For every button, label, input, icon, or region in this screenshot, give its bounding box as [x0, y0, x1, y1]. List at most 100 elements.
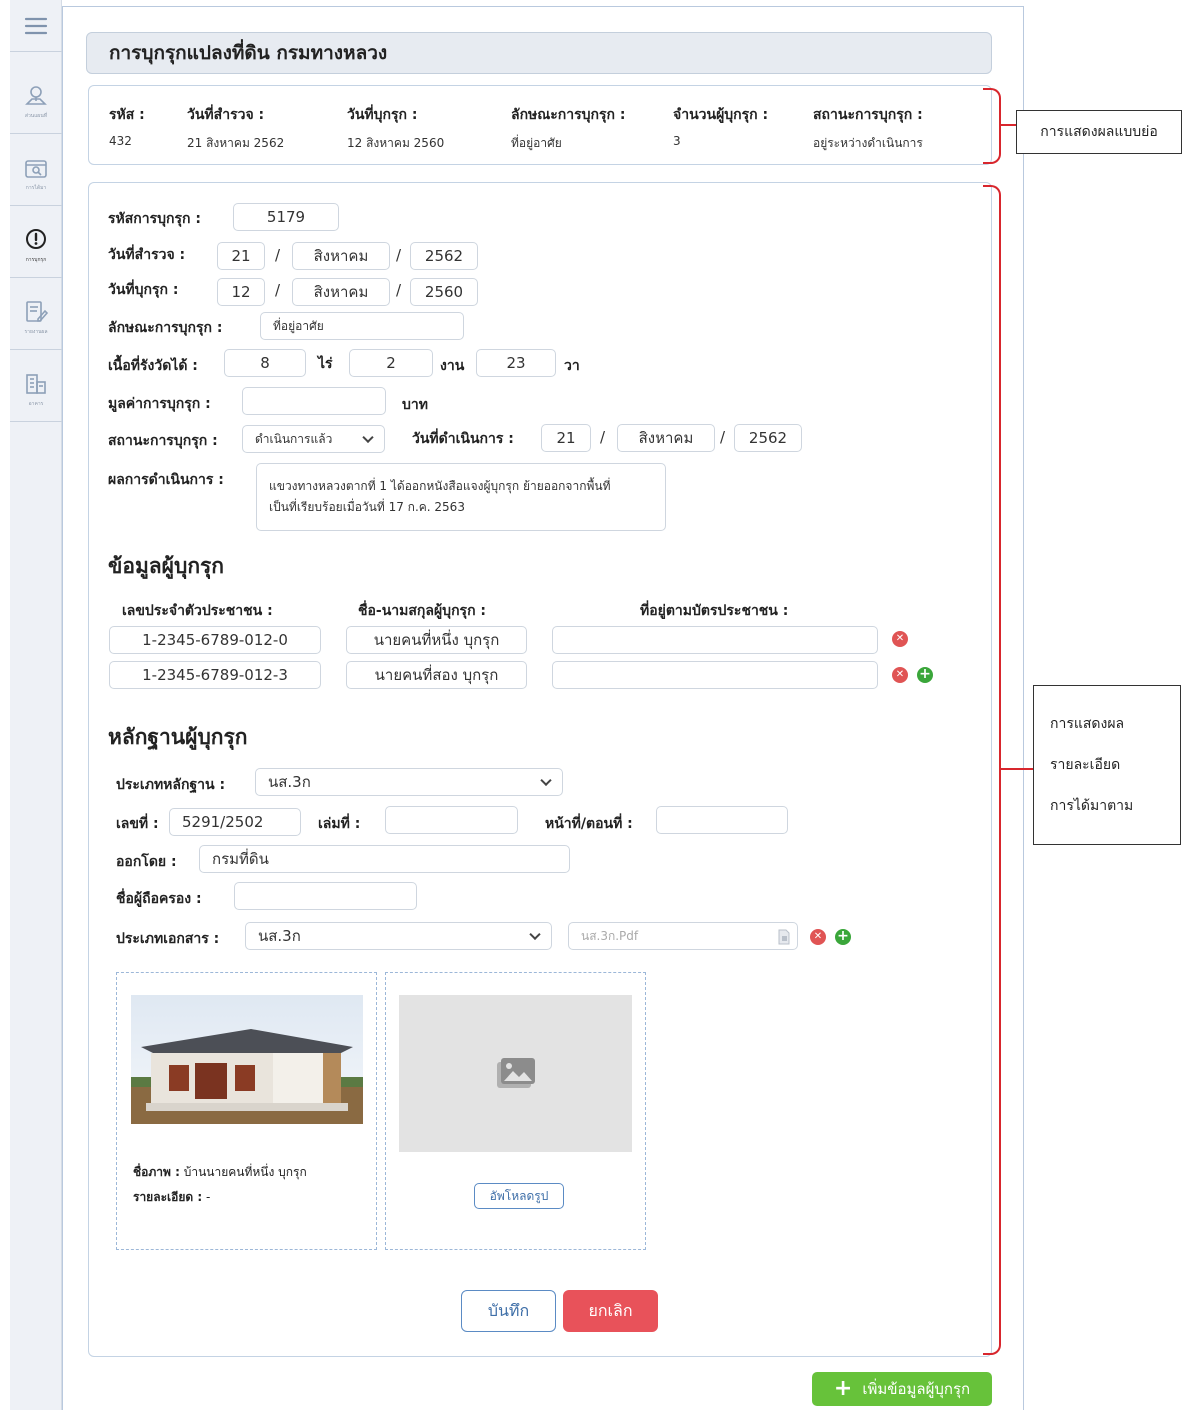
status-select-value: ดำเนินการแล้ว [255, 431, 333, 446]
add-icon[interactable]: + [835, 929, 851, 945]
summary-panel: รหัส : 432 วันที่สำรวจ : 21 สิงหาคม 2562… [88, 85, 992, 165]
cancel-button[interactable]: ยกเลิก [563, 1290, 658, 1332]
trespasser-name-field[interactable]: นายคนที่หนึ่ง บุกรุก [346, 626, 527, 654]
rai-unit: ไร่ [318, 356, 333, 372]
action-year-field[interactable]: 2562 [734, 424, 802, 452]
image-icon [496, 1057, 535, 1088]
trespasser-id-field[interactable]: 1-2345-6789-012-0 [109, 626, 321, 654]
action-day-field[interactable]: 21 [541, 424, 591, 452]
evidence-page-label: หน้าที่/ตอนที่ : [545, 816, 633, 832]
chevron-down-icon [529, 928, 541, 941]
edit-report-icon [26, 301, 49, 322]
add-trespasser-button[interactable]: + เพิ่มข้อมูลผู้บุกรุก [812, 1372, 992, 1406]
delete-icon[interactable]: ✕ [892, 667, 908, 683]
add-trespasser-label: เพิ่มข้อมูลผู้บุกรุก [862, 1380, 971, 1398]
trespasser-id-field[interactable]: 1-2345-6789-012-3 [109, 661, 321, 689]
holder-field[interactable] [234, 882, 417, 910]
evidence-book-field[interactable] [385, 806, 518, 834]
sidebar-item-acquisition[interactable]: การได้มา [10, 142, 62, 206]
doc-type-select[interactable]: นส.3ก [245, 922, 552, 950]
trespasser-address-field[interactable] [552, 626, 878, 654]
delete-icon[interactable]: ✕ [810, 929, 826, 945]
action-month-field[interactable]: สิงหาคม [617, 424, 715, 452]
evidence-title: หลักฐานผู้บุกรุก [108, 725, 248, 749]
trespass-year-field[interactable]: 2560 [410, 278, 478, 306]
survey-date-label: วันที่สำรวจ : [108, 247, 186, 263]
status-select[interactable]: ดำเนินการแล้ว [242, 425, 385, 453]
survey-year-field[interactable]: 2562 [410, 242, 478, 270]
chevron-down-icon [540, 774, 552, 787]
summary-survey-date: วันที่สำรวจ : 21 สิงหาคม 2562 [187, 107, 285, 150]
value-label: มูลค่าการบุกรุก : [108, 396, 211, 412]
delete-icon[interactable]: ✕ [892, 631, 908, 647]
photo-card-empty: อัพโหลดรูป [385, 972, 646, 1250]
summary-bracket-tick [999, 124, 1017, 126]
wa-unit: วา [564, 358, 580, 374]
trespass-date-label: วันที่บุกรุก : [108, 282, 179, 298]
page-title: การบุกรุกแปลงที่ดิน กรมทางหลวง [109, 42, 388, 64]
wa-field[interactable]: 23 [476, 349, 556, 377]
sidebar-item-report[interactable]: รายงานผล [10, 286, 62, 350]
upload-photo-button[interactable]: อัพโหลดรูป [474, 1183, 564, 1209]
code-field[interactable]: 5179 [233, 203, 339, 231]
sidebar-item-map[interactable]: ส่วนแผนที่ [10, 70, 62, 134]
ngan-field[interactable]: 2 [349, 349, 433, 377]
detail-note-line: การแสดงผล [1050, 716, 1125, 732]
map-pin-icon [25, 86, 47, 105]
date-separator: / [275, 281, 281, 299]
file-icon[interactable] [777, 929, 791, 945]
issuer-label: ออกโดย : [116, 854, 177, 870]
survey-day-field[interactable]: 21 [217, 242, 265, 270]
evidence-book-label: เล่มที่ : [318, 816, 361, 832]
summary-count: จำนวนผู้บุกรุก : 3 [673, 107, 769, 148]
result-line: เป็นที่เรียบร้อยเมื่อวันที่ 17 ก.ค. 2563 [269, 500, 465, 514]
value-unit: บาท [402, 397, 428, 413]
evidence-type-select[interactable]: นส.3ก [255, 768, 563, 796]
search-document-icon [25, 160, 47, 178]
detail-note: การแสดงผล รายละเอียด การได้มาตาม [1033, 685, 1181, 845]
house-photo[interactable] [131, 995, 363, 1124]
photo-name-label: ชื่อภาพ : [133, 1165, 180, 1179]
date-separator: / [600, 428, 606, 446]
result-label: ผลการดำเนินการ : [108, 472, 224, 488]
date-separator: / [396, 246, 402, 264]
col-name-header: ชื่อ-นามสกุลผู้บุกรุก : [358, 603, 487, 619]
value-field[interactable] [242, 387, 386, 415]
date-separator: / [720, 428, 726, 446]
evidence-no-field[interactable]: 5291/2502 [169, 808, 301, 836]
col-address-header: ที่อยู่ตามบัตรประชาชน : [640, 603, 789, 619]
trespass-day-field[interactable]: 12 [217, 278, 265, 306]
photo-detail-value: - [205, 1190, 211, 1204]
status-label: สถานะการบุกรุก : [108, 433, 218, 449]
trespass-month-field[interactable]: สิงหาคม [292, 278, 390, 306]
image-placeholder [399, 995, 632, 1152]
trespass-type-field[interactable]: ที่อยู่อาศัย [260, 312, 464, 340]
sidebar-item-trespass[interactable]: การบุกรุก [10, 214, 62, 278]
doc-type-value: นส.3ก [258, 927, 301, 945]
evidence-type-label: ประเภทหลักฐาน : [116, 777, 226, 793]
survey-month-field[interactable]: สิงหาคม [292, 242, 390, 270]
trespasser-name-field[interactable]: นายคนที่สอง บุกรุก [346, 661, 527, 689]
chevron-down-icon [362, 431, 374, 444]
result-textarea[interactable]: แขวงทางหลวงตากที่ 1 ได้ออกหนังสือแจงผู้บ… [256, 463, 666, 531]
add-icon[interactable]: + [917, 667, 933, 683]
photo-name: ชื่อภาพ : บ้านนายคนที่หนึ่ง บุกรุก [133, 1163, 307, 1182]
photo-name-value: บ้านนายคนที่หนึ่ง บุกรุก [183, 1165, 307, 1179]
date-separator: / [396, 281, 402, 299]
rai-field[interactable]: 8 [224, 349, 306, 377]
issuer-field[interactable]: กรมที่ดิน [199, 845, 570, 873]
detail-bracket-tick [999, 768, 1033, 770]
file-upload-field[interactable]: นส.3ก.Pdf [568, 922, 798, 950]
menu-button[interactable] [10, 0, 62, 52]
action-date-label: วันที่ดำเนินการ : [412, 431, 514, 447]
save-button[interactable]: บันทึก [461, 1290, 556, 1332]
building-icon [26, 374, 46, 394]
trespasser-address-field[interactable] [552, 661, 878, 689]
evidence-page-field[interactable] [656, 806, 788, 834]
file-name: นส.3ก.Pdf [581, 928, 639, 943]
ngan-unit: งาน [440, 358, 465, 374]
sidebar-item-building[interactable]: อาคาร [10, 358, 62, 422]
summary-status: สถานะการบุกรุก : อยู่ระหว่างดำเนินการ [813, 107, 923, 150]
summary-code: รหัส : 432 [109, 107, 145, 148]
detail-bracket [983, 185, 1001, 1355]
